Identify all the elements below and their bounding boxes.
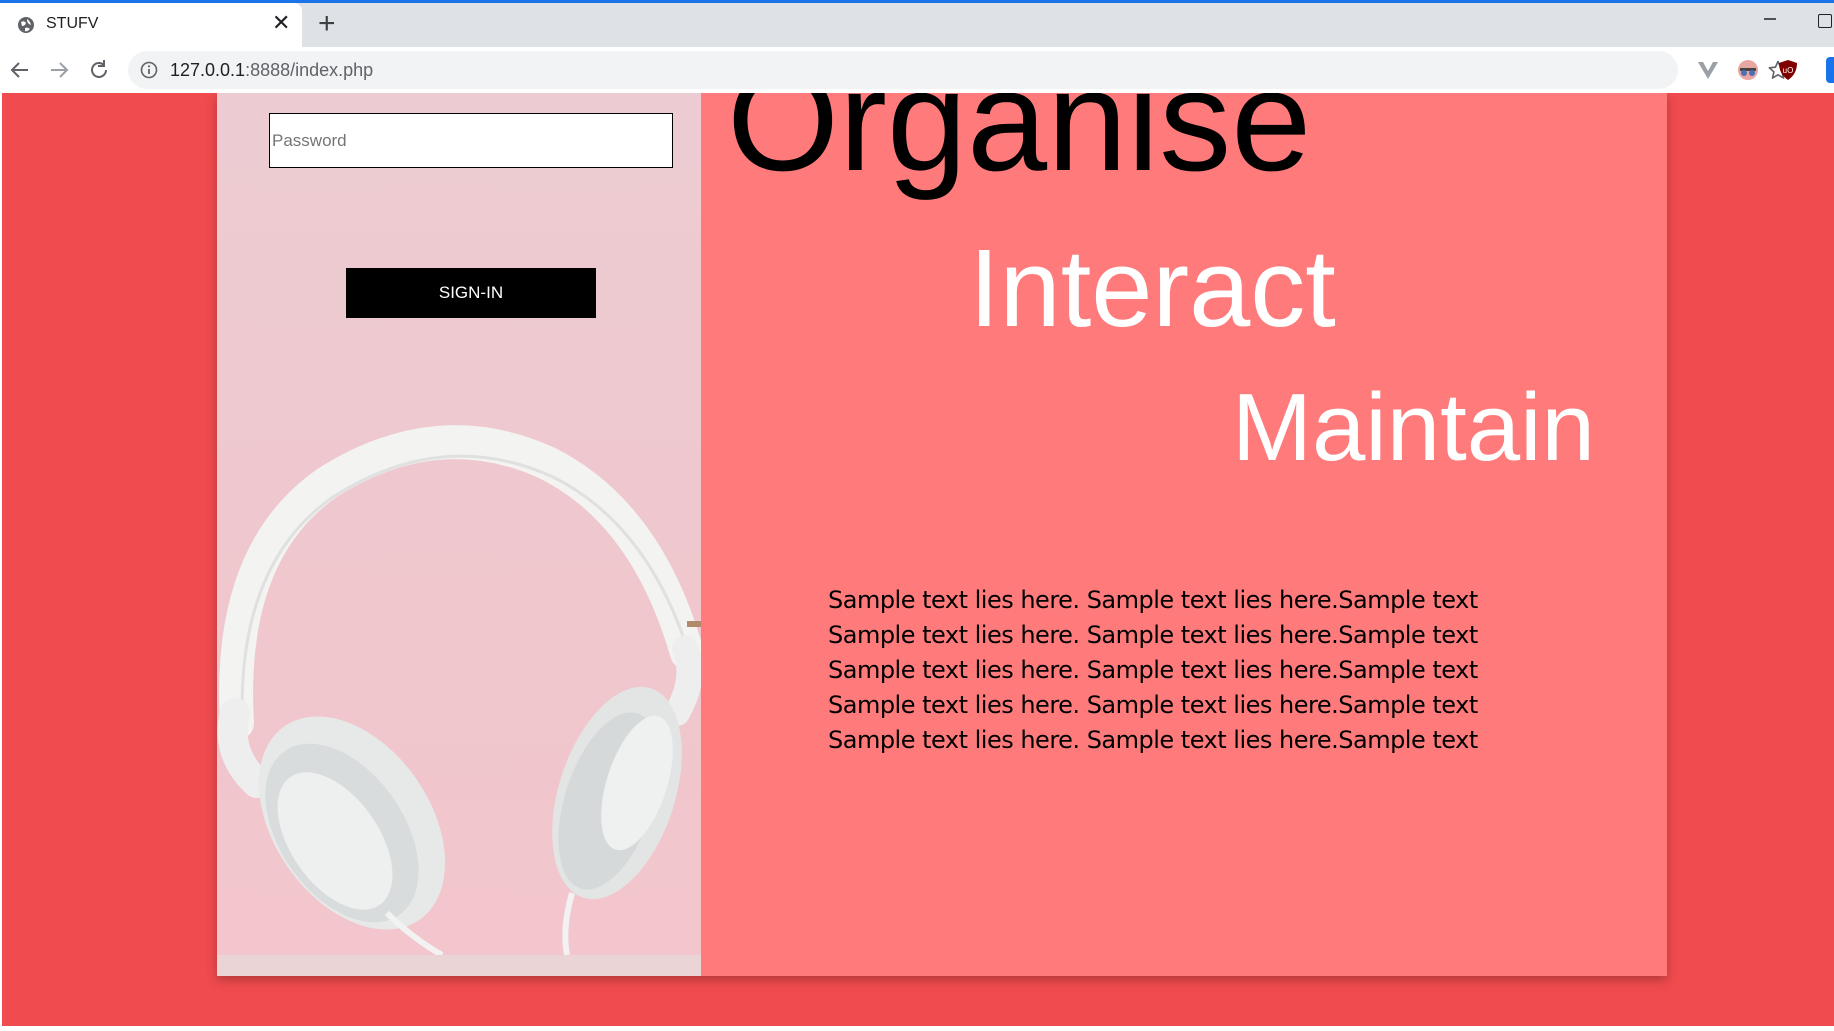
back-arrow-icon[interactable] — [8, 58, 32, 82]
browser-tab[interactable]: STUFV ✕ — [0, 3, 302, 47]
sample-text-line: Sample text lies here. Sample text lies … — [828, 621, 1478, 649]
sample-text-line: Sample text lies here. Sample text lies … — [828, 691, 1478, 719]
tab-title: STUFV — [46, 15, 99, 32]
page-viewport: SIGN-IN Organise Interact Maintain Sampl… — [2, 93, 1834, 1026]
sample-text-line: Sample text lies here. Sample text lies … — [828, 726, 1478, 754]
main-card: SIGN-IN Organise Interact Maintain Sampl… — [217, 93, 1667, 976]
hero-word-maintain: Maintain — [1232, 374, 1595, 481]
signin-button[interactable]: SIGN-IN — [346, 268, 596, 318]
minimize-icon[interactable] — [1763, 6, 1777, 20]
headphones-illustration — [217, 425, 701, 955]
new-tab-button[interactable]: + — [318, 9, 336, 39]
vuejs-extension-icon[interactable] — [1697, 59, 1719, 81]
reload-icon[interactable] — [87, 58, 111, 82]
url-text[interactable]: 127.0.0.1:8888/index.php — [170, 60, 373, 81]
address-bar[interactable]: 127.0.0.1:8888/index.php — [128, 51, 1788, 89]
svg-text:uO: uO — [1783, 66, 1794, 75]
login-panel: SIGN-IN — [217, 93, 701, 976]
sample-text-block: Sample text lies here. Sample text lies … — [828, 583, 1588, 758]
hero-word-organise: Organise — [727, 93, 1312, 201]
headphones-photo — [217, 93, 701, 955]
password-input[interactable] — [269, 113, 673, 168]
close-icon[interactable]: ✕ — [272, 12, 290, 34]
url-host: 127.0.0.1 — [170, 60, 246, 80]
info-icon[interactable] — [140, 61, 158, 79]
incognito-extension-icon[interactable] — [1737, 59, 1759, 81]
url-path: :8888/index.php — [245, 60, 374, 80]
sample-text-line: Sample text lies here. Sample text lies … — [828, 586, 1478, 614]
extension-edge-icon[interactable] — [1826, 57, 1834, 83]
forward-arrow-icon[interactable] — [47, 58, 71, 82]
hero-word-interact: Interact — [969, 227, 1336, 350]
browser-chrome: STUFV ✕ + 127.0.0.1:8888/index.php uO — [0, 0, 1834, 93]
restore-icon[interactable] — [1818, 14, 1832, 28]
globe-icon — [18, 17, 34, 33]
browser-toolbar: 127.0.0.1:8888/index.php uO — [0, 47, 1834, 93]
ublock-origin-icon[interactable]: uO — [1777, 59, 1799, 81]
sample-text-line: Sample text lies here. Sample text lies … — [828, 656, 1478, 684]
